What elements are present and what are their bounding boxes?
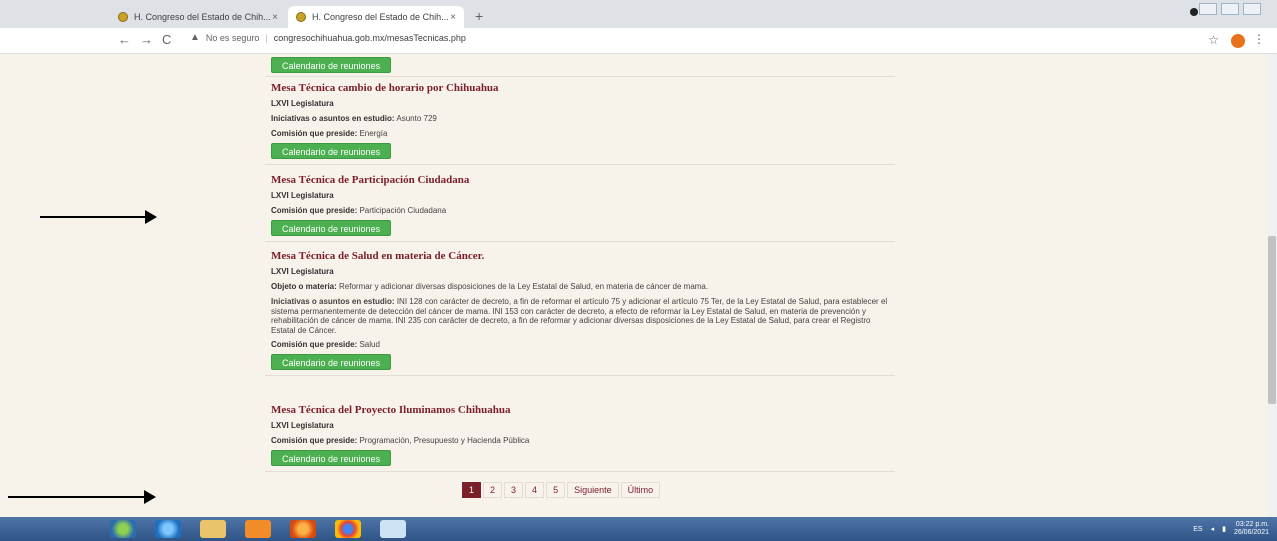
divider bbox=[265, 241, 895, 242]
window-controls bbox=[1199, 3, 1261, 15]
browser-tab-2-active[interactable]: H. Congreso del Estado de Chih... × bbox=[288, 6, 464, 28]
divider bbox=[265, 471, 895, 472]
security-label[interactable]: No es seguro bbox=[206, 33, 260, 43]
close-tab-icon[interactable]: × bbox=[272, 12, 278, 23]
legislatura: LXVI Legislatura bbox=[271, 267, 334, 276]
mesa-entry: Mesa Técnica cambio de horario por Chihu… bbox=[265, 82, 895, 165]
separator: | bbox=[265, 32, 268, 43]
legislatura: LXVI Legislatura bbox=[271, 99, 334, 108]
omnibox[interactable]: ▲ No es seguro | congresochihuahua.gob.m… bbox=[190, 32, 466, 43]
tab-title: H. Congreso del Estado de Chih... bbox=[134, 12, 271, 22]
page-4-button[interactable]: 4 bbox=[525, 482, 545, 498]
maximize-icon[interactable] bbox=[1221, 3, 1239, 15]
browser-menu-icon[interactable]: ⋮ bbox=[1253, 32, 1265, 46]
next-page-button[interactable]: Siguiente bbox=[567, 482, 619, 498]
annotation-arrow-icon bbox=[40, 210, 157, 224]
system-tray: ES ◂ ▮ 03:22 p.m. 26/06/2021 bbox=[1193, 521, 1269, 537]
page-viewport: Calendario de reuniones Mesa Técnica cam… bbox=[0, 54, 1267, 517]
site-favicon-icon bbox=[296, 12, 306, 22]
app-window-icon[interactable] bbox=[380, 520, 406, 538]
divider bbox=[265, 375, 895, 376]
language-indicator[interactable]: ES bbox=[1193, 526, 1202, 533]
page-3-button[interactable]: 3 bbox=[504, 482, 524, 498]
forward-button[interactable]: → bbox=[140, 32, 153, 47]
back-button[interactable]: ← bbox=[118, 32, 131, 47]
divider bbox=[265, 76, 895, 77]
last-page-button[interactable]: Último bbox=[620, 482, 661, 498]
browser-tab-1[interactable]: H. Congreso del Estado de Chih... × bbox=[110, 6, 286, 28]
divider bbox=[265, 164, 895, 165]
calendar-button[interactable]: Calendario de reuniones bbox=[271, 220, 392, 236]
pagination: 1 2 3 4 5 Siguiente Último bbox=[462, 482, 662, 498]
scrollbar-thumb[interactable] bbox=[1268, 236, 1276, 404]
firefox-icon[interactable] bbox=[290, 520, 316, 538]
annotation-arrow-icon bbox=[8, 490, 156, 504]
page-1-button[interactable]: 1 bbox=[462, 482, 482, 498]
comision: Comisión que preside: Salud bbox=[271, 340, 380, 349]
site-favicon-icon bbox=[118, 12, 128, 22]
new-tab-button[interactable]: + bbox=[475, 8, 483, 24]
file-explorer-icon[interactable] bbox=[200, 520, 226, 538]
address-bar: ← → C ▲ No es seguro | congresochihuahua… bbox=[0, 28, 1277, 54]
bookmark-star-icon[interactable]: ☆ bbox=[1208, 33, 1219, 47]
calendar-button[interactable]: Calendario de reuniones bbox=[271, 57, 392, 73]
record-icon[interactable] bbox=[1190, 8, 1198, 16]
iniciativas: Iniciativas o asuntos en estudio: Asunto… bbox=[271, 114, 437, 123]
chrome-icon[interactable] bbox=[335, 520, 361, 538]
browser-tab-strip: H. Congreso del Estado de Chih... × H. C… bbox=[0, 0, 1277, 28]
mesa-entry: Mesa Técnica del Proyecto Iluminamos Chi… bbox=[265, 404, 895, 472]
mesa-title[interactable]: Mesa Técnica de Participación Ciudadana bbox=[271, 174, 895, 186]
comision: Comisión que preside: Programación, Pres… bbox=[271, 436, 530, 445]
mesa-title[interactable]: Mesa Técnica cambio de horario por Chihu… bbox=[271, 82, 895, 94]
comision: Comisión que preside: Participación Ciud… bbox=[271, 206, 447, 215]
comision: Comisión que preside: Energía bbox=[271, 129, 388, 138]
mesa-entry: Mesa Técnica de Salud en materia de Cánc… bbox=[265, 250, 895, 376]
page-2-button[interactable]: 2 bbox=[483, 482, 503, 498]
mesa-title[interactable]: Mesa Técnica de Salud en materia de Cánc… bbox=[271, 250, 895, 262]
page-5-button[interactable]: 5 bbox=[546, 482, 566, 498]
media-player-icon[interactable] bbox=[245, 520, 271, 538]
start-button-icon[interactable] bbox=[110, 520, 136, 538]
profile-avatar[interactable] bbox=[1231, 34, 1245, 48]
objeto: Objeto o materia: Reformar y adicionar d… bbox=[271, 282, 709, 291]
clock[interactable]: 03:22 p.m. 26/06/2021 bbox=[1234, 521, 1269, 537]
minimize-icon[interactable] bbox=[1199, 3, 1217, 15]
iniciativas: Iniciativas o asuntos en estudio: INI 12… bbox=[271, 297, 888, 335]
calendar-button[interactable]: Calendario de reuniones bbox=[271, 143, 392, 159]
reload-button[interactable]: C bbox=[162, 32, 171, 47]
mesa-title[interactable]: Mesa Técnica del Proyecto Iluminamos Chi… bbox=[271, 404, 895, 416]
legislatura: LXVI Legislatura bbox=[271, 191, 334, 200]
tab-title: H. Congreso del Estado de Chih... bbox=[312, 12, 449, 22]
internet-explorer-icon[interactable] bbox=[155, 520, 181, 538]
calendar-button[interactable]: Calendario de reuniones bbox=[271, 354, 392, 370]
volume-icon[interactable]: ◂ bbox=[1211, 525, 1215, 533]
close-window-icon[interactable] bbox=[1243, 3, 1261, 15]
network-icon[interactable]: ▮ bbox=[1222, 525, 1226, 533]
legislatura: LXVI Legislatura bbox=[271, 421, 334, 430]
close-tab-icon[interactable]: × bbox=[450, 12, 456, 23]
calendar-button[interactable]: Calendario de reuniones bbox=[271, 450, 392, 466]
warning-triangle-icon[interactable]: ▲ bbox=[190, 32, 200, 43]
mesa-entry: Mesa Técnica de Participación Ciudadana … bbox=[265, 174, 895, 242]
url-text[interactable]: congresochihuahua.gob.mx/mesasTecnicas.p… bbox=[274, 33, 466, 43]
os-taskbar: ES ◂ ▮ 03:22 p.m. 26/06/2021 bbox=[0, 517, 1277, 541]
